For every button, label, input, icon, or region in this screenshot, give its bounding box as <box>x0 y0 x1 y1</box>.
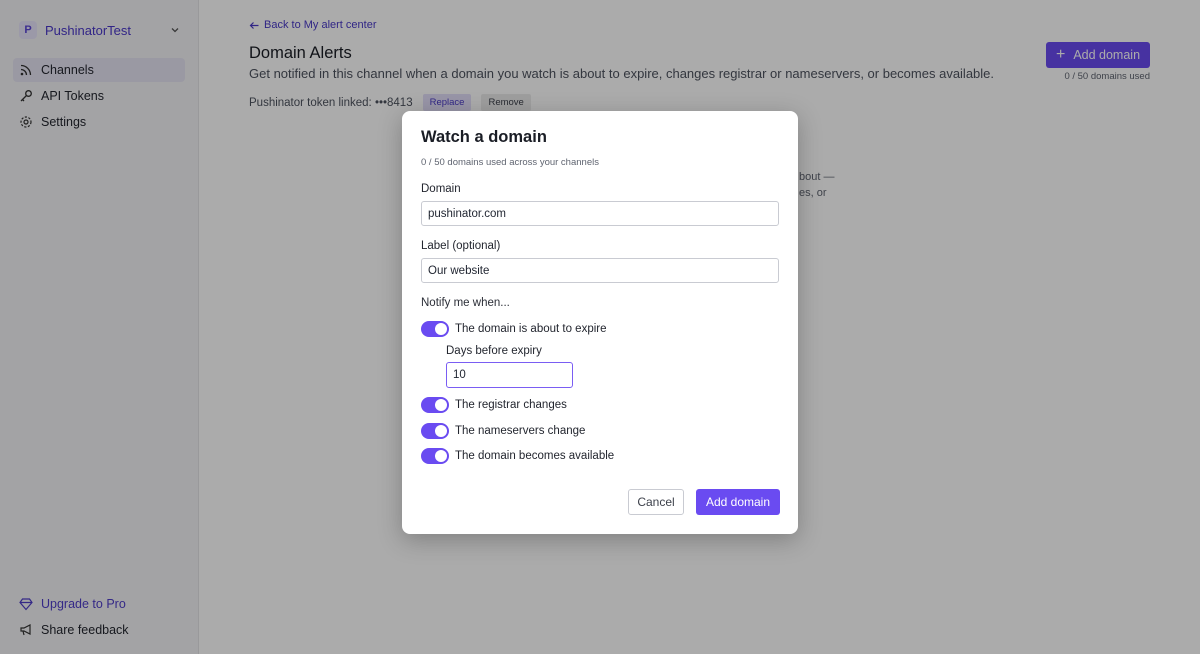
toggle-row-registrar[interactable]: The registrar changes <box>421 397 567 413</box>
toggle-knob <box>435 425 447 437</box>
days-before-expiry-input[interactable] <box>446 362 573 388</box>
label-field-label: Label (optional) <box>421 240 501 252</box>
domain-input[interactable] <box>421 201 779 226</box>
toggle-knob <box>435 450 447 462</box>
toggle-row-available[interactable]: The domain becomes available <box>421 448 614 464</box>
toggle-label: The domain becomes available <box>455 450 615 462</box>
toggle-label: The nameservers change <box>455 425 586 437</box>
registrar-toggle[interactable] <box>421 397 449 413</box>
toggle-knob <box>435 399 447 411</box>
toggle-row-nameservers[interactable]: The nameservers change <box>421 423 585 439</box>
toggle-row-expire[interactable]: The domain is about to expire <box>421 321 607 337</box>
days-before-expiry-label: Days before expiry <box>446 345 542 357</box>
expire-toggle[interactable] <box>421 321 449 337</box>
watch-domain-dialog: Watch a domain 0 / 50 domains used acros… <box>402 111 798 534</box>
nameservers-toggle[interactable] <box>421 423 449 439</box>
label-input[interactable] <box>421 258 779 283</box>
toggle-label: The registrar changes <box>455 399 567 411</box>
dialog-subtitle: 0 / 50 domains used across your channels <box>421 157 599 168</box>
submit-add-domain-button[interactable]: Add domain <box>696 489 780 515</box>
dialog-title: Watch a domain <box>421 128 547 146</box>
domain-label: Domain <box>421 183 461 195</box>
available-toggle[interactable] <box>421 448 449 464</box>
toggle-label: The domain is about to expire <box>455 323 607 335</box>
notify-heading: Notify me when... <box>421 297 510 309</box>
cancel-button[interactable]: Cancel <box>628 489 684 515</box>
toggle-knob <box>435 323 447 335</box>
